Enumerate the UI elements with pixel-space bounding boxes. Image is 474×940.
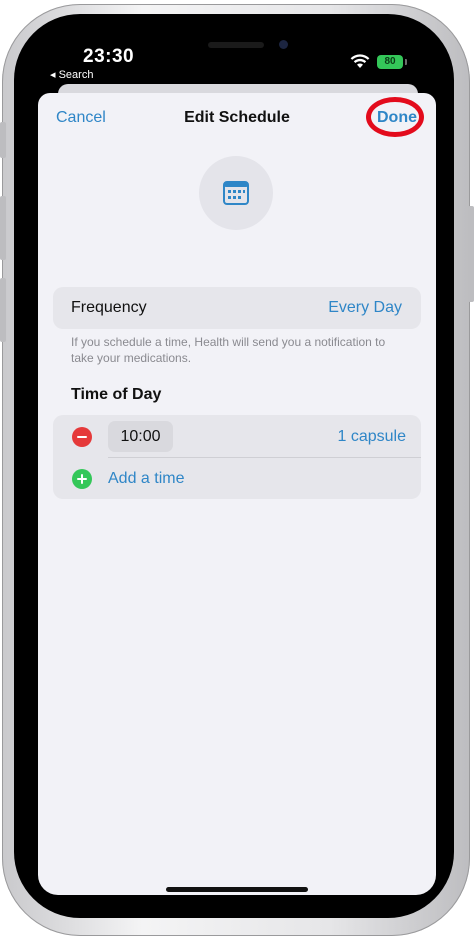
calendar-icon <box>223 181 249 205</box>
battery-tip <box>405 59 407 65</box>
time-picker[interactable]: 10:00 <box>108 421 173 452</box>
wifi-icon <box>350 54 370 68</box>
side-button-mute <box>0 122 6 158</box>
back-to-search-link[interactable]: ◂ Search <box>50 68 93 81</box>
frequency-value[interactable]: Every Day <box>300 299 402 317</box>
side-button-volume-down <box>0 278 6 342</box>
add-time-button[interactable] <box>72 469 92 489</box>
status-time: 23:30 <box>83 46 135 67</box>
time-of-day-heading: Time of Day <box>71 386 162 403</box>
screen-bottom <box>38 875 436 895</box>
row-divider <box>108 457 421 458</box>
frequency-label: Frequency <box>71 299 147 316</box>
notification-footnote: If you schedule a time, Health will send… <box>71 335 386 365</box>
add-time-label[interactable]: Add a time <box>108 470 184 488</box>
cancel-button[interactable]: Cancel <box>56 109 106 127</box>
dose-value[interactable]: 1 capsule <box>300 428 407 446</box>
page-title: Edit Schedule <box>184 109 290 126</box>
home-indicator <box>166 887 308 892</box>
remove-time-button[interactable] <box>72 427 92 447</box>
side-button-volume-up <box>0 196 6 260</box>
front-camera <box>279 40 288 49</box>
done-highlight-ring <box>366 97 424 137</box>
earpiece-speaker <box>208 42 264 48</box>
battery-indicator: 80 <box>377 55 403 69</box>
side-button-power <box>468 206 474 302</box>
